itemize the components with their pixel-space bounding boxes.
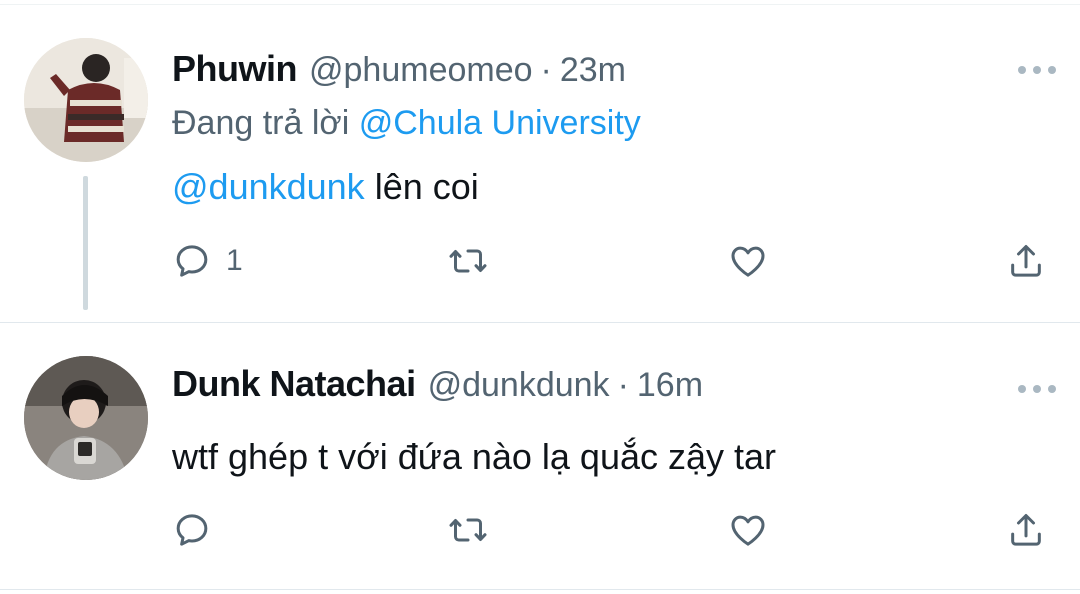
action-bar: 1 [172, 238, 1056, 284]
display-name[interactable]: Phuwin [172, 48, 298, 90]
user-handle[interactable]: @phumeomeo [309, 51, 533, 90]
tweet[interactable]: Dunk Natachai @dunkdunk · 16m wtf ghép t… [0, 323, 1080, 590]
reply-count: 1 [226, 244, 243, 277]
more-icon[interactable] [1018, 385, 1056, 393]
share-icon [1011, 245, 1041, 277]
avatar-photo [24, 356, 148, 480]
reply-icon [176, 245, 208, 277]
tweet-header: Phuwin @phumeomeo · 23m [172, 48, 626, 90]
mention-link[interactable]: @dunkdunk [172, 166, 365, 207]
replying-to-label: Đang trả lời [172, 104, 350, 142]
bottom-divider [0, 589, 1080, 590]
replying-to-link[interactable]: @Chula University [359, 104, 641, 142]
like-icon [731, 246, 765, 277]
retweet-button[interactable] [448, 238, 488, 284]
separator-dot: · [617, 366, 629, 404]
retweet-icon [449, 249, 487, 273]
retweet-icon [449, 518, 487, 542]
action-bar [172, 507, 1056, 553]
tweet-text: wtf ghép t với đứa nào lạ quắc zậy tar [172, 436, 777, 477]
share-icon [1011, 514, 1041, 546]
like-button[interactable] [728, 507, 768, 553]
like-icon [731, 515, 765, 546]
retweet-button[interactable] [448, 507, 488, 553]
avatar[interactable] [24, 356, 148, 480]
tweet-text: @dunkdunk lên coi [172, 166, 479, 208]
more-icon[interactable] [1018, 66, 1056, 74]
reply-icon [176, 514, 208, 546]
avatar[interactable] [24, 38, 148, 162]
reply-button[interactable]: 1 [172, 238, 243, 284]
avatar-photo [24, 38, 148, 162]
tweet-text-body: lên coi [364, 166, 479, 207]
tweet[interactable]: Phuwin @phumeomeo · 23m Đang trả lời @Ch… [0, 0, 1080, 322]
timestamp[interactable]: 16m [637, 366, 703, 405]
share-button[interactable] [1006, 238, 1046, 284]
display-name[interactable]: Dunk Natachai [172, 363, 416, 405]
separator-dot: · [540, 51, 552, 89]
user-handle[interactable]: @dunkdunk [428, 366, 610, 405]
share-button[interactable] [1006, 507, 1046, 553]
like-button[interactable] [728, 238, 768, 284]
reply-button[interactable] [172, 507, 212, 553]
timestamp[interactable]: 23m [560, 51, 626, 90]
tweet-header: Dunk Natachai @dunkdunk · 16m [172, 363, 703, 405]
thread-line [83, 176, 88, 310]
replying-to: Đang trả lời @Chula University [172, 104, 641, 143]
